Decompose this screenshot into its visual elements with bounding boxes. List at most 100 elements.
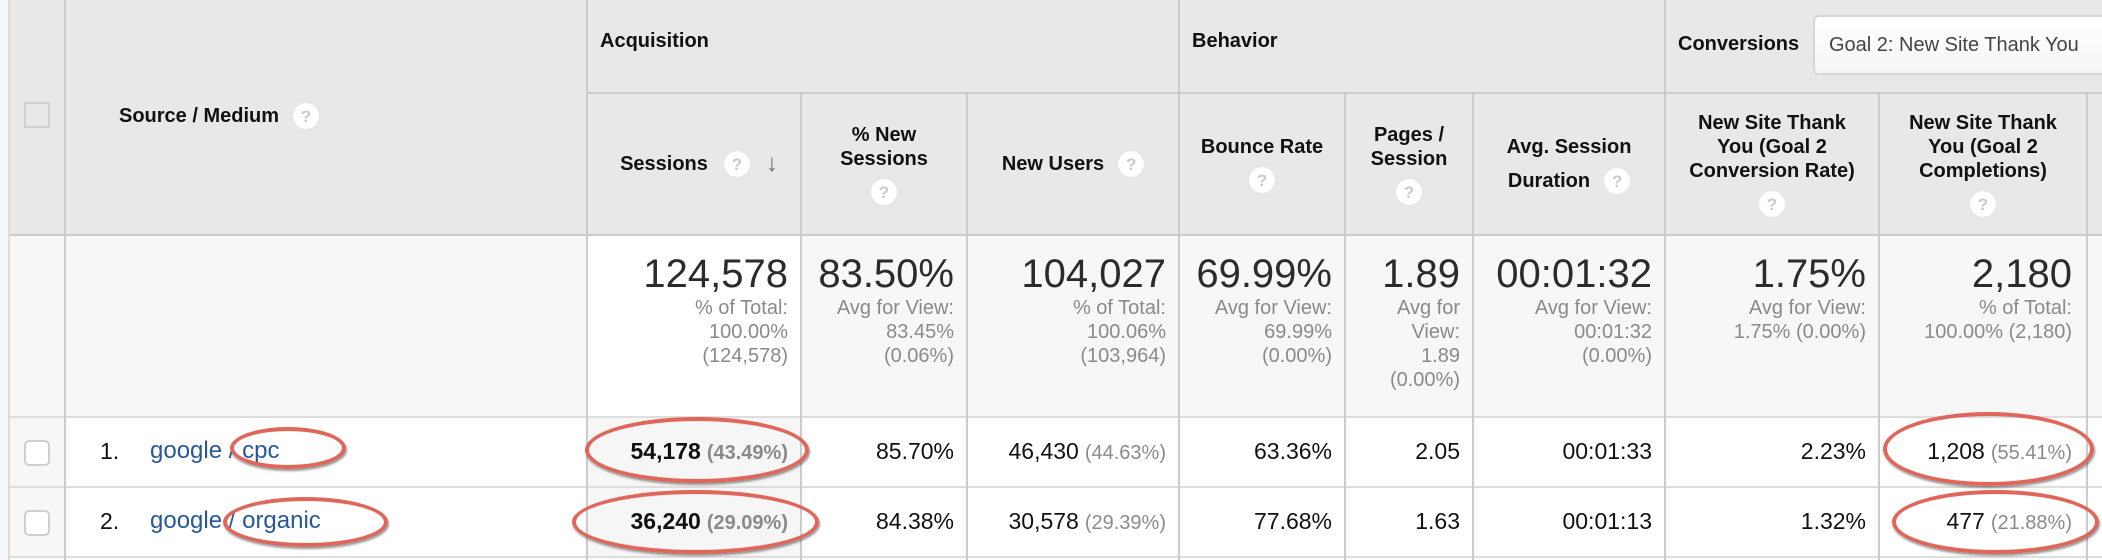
help-icon[interactable]: ? [1396,179,1422,205]
total-sub: 100.06% [1087,321,1166,343]
help-icon[interactable]: ? [1604,168,1631,194]
column-header-sessions[interactable]: Sessions ? ↓ [588,94,800,234]
cell-new-users: 30,578 (29.39%) [1008,508,1166,535]
column-label: You (Goal 2 [1928,136,2038,158]
column-header-pct-new-sessions[interactable]: % New Sessions ? [802,94,966,234]
total-value: 124,578 [643,252,788,296]
column-label: You (Goal 2 [1717,136,1827,158]
sort-descending-icon[interactable]: ↓ [766,152,778,176]
header-bottom-border [8,234,2102,236]
column-header-completions[interactable]: New Site Thank You (Goal 2 Completions) … [1880,94,2086,234]
dimension-header[interactable]: Source / Medium ? [119,103,320,129]
total-sub: Avg for View: [1534,297,1652,319]
column-label: Avg. Session [1506,136,1632,158]
column-label: Completions) [1919,160,2047,182]
separator-text: / [222,507,243,534]
column-label: Duration [1507,170,1591,192]
help-icon[interactable]: ? [1118,151,1145,177]
group-behavior: Behavior [1192,30,1278,52]
group-acquisition: Acquisition [600,30,709,52]
source-medium-link[interactable]: google / cpc [150,437,279,465]
total-sub: (0.06%) [883,345,954,367]
medium-text: cpc [242,437,280,464]
source-medium-link[interactable]: google / organic [150,507,321,535]
row-divider [8,556,2102,558]
column-label: New Users [1001,153,1105,175]
cell-avg-session-duration: 00:01:33 [1562,438,1652,464]
cell-value: 54,178 [630,438,701,464]
total-value: 69.99% [1196,252,1332,296]
cell-value: 1,208 [1927,438,1985,464]
col-divider [64,0,66,560]
total-conversion-rate: 1.75% Avg for View: 1.75% (0.00%) [1734,252,1866,344]
col-divider [1664,0,1666,560]
source-text: google [150,507,223,534]
column-label: Bounce Rate [1200,136,1324,158]
column-header-pages-session[interactable]: Pages / Session ? [1346,94,1472,234]
total-pages-session: 1.89 Avg for View: 1.89 (0.00%) [1382,252,1460,392]
cell-pages-session: 2.05 [1415,438,1460,464]
help-icon[interactable]: ? [1970,191,1996,217]
column-header-conversion-rate[interactable]: New Site Thank You (Goal 2 Conversion Ra… [1666,94,1878,234]
column-header-avg-session-duration[interactable]: Avg. Session Duration ? [1474,94,1664,234]
column-header-new-users[interactable]: New Users ? [968,94,1178,234]
row-divider [8,416,2102,418]
goal-select[interactable]: Goal 2: New Site Thank You [1813,15,2102,75]
total-value: 2,180 [1971,252,2072,296]
cell-sessions: 36,240 (29.09%) [630,508,788,535]
table-left-border [8,0,10,560]
row-checkbox[interactable] [24,440,50,466]
column-label: New Site Thank [1698,112,1846,134]
total-sub: % of Total: [1978,297,2072,319]
column-header-bounce-rate[interactable]: Bounce Rate ? [1180,94,1344,234]
column-label: Sessions [620,153,708,175]
total-value: 104,027 [1021,252,1166,296]
cell-avg-session-duration: 00:01:13 [1562,508,1652,534]
total-sub: 83.45% [886,321,954,343]
total-sub: 100.00% [709,321,788,343]
goal-select-value: Goal 2: New Site Thank You [1829,33,2079,56]
cell-pages-session: 1.63 [1415,508,1460,534]
cell-completions: 477 (21.88%) [1946,508,2072,535]
cell-value: 30,578 [1008,508,1079,534]
checkbox-column-bg [8,418,65,558]
column-label: New Site Thank [1909,112,2057,134]
help-icon[interactable]: ? [871,179,897,205]
total-sub: View: [1411,321,1460,343]
medium-text: organic [242,507,321,534]
row-index: 2. [100,508,120,534]
cell-bounce-rate: 63.36% [1253,438,1332,464]
total-sub: (0.00%) [1261,345,1332,367]
cell-percent: (29.39%) [1084,512,1166,534]
row-checkbox[interactable] [24,510,50,536]
column-label: Sessions [840,148,928,170]
help-icon[interactable]: ? [723,151,750,177]
total-sub: 1.89 [1421,345,1460,367]
group-conversions: Conversions [1678,33,1800,55]
total-sub: (0.00%) [1581,345,1652,367]
total-sub: Avg for [1397,297,1460,319]
total-sub: Avg for View: [836,297,954,319]
help-icon[interactable]: ? [293,103,320,129]
cell-value: 36,240 [630,508,701,534]
cell-percent: (29.09%) [706,512,788,534]
total-sub: 1.75% (0.00%) [1733,321,1866,343]
total-avg-session-duration: 00:01:32 Avg for View: 00:01:32 (0.00%) [1496,252,1652,368]
help-icon[interactable]: ? [1249,167,1275,193]
cell-pct-new-sessions: 85.70% [875,438,954,464]
total-sub: (103,964) [1080,345,1166,367]
col-divider [586,0,588,560]
total-value: 1.75% [1752,252,1866,296]
help-icon[interactable]: ? [1759,191,1785,217]
report-table: Source / Medium ? Acquisition Behavior C… [8,0,2102,560]
cell-percent: (21.88%) [1990,512,2072,534]
column-label: Session [1370,148,1448,170]
column-label: % New [851,124,917,146]
row-index: 1. [100,438,120,464]
total-sessions: 124,578 % of Total: 100.00% (124,578) [643,252,788,368]
total-sub: (124,578) [702,345,788,367]
cell-value: 46,430 [1008,438,1079,464]
total-sub: Avg for View: [1748,297,1866,319]
select-all-checkbox[interactable] [24,102,50,128]
dimension-label: Source / Medium [119,104,280,127]
